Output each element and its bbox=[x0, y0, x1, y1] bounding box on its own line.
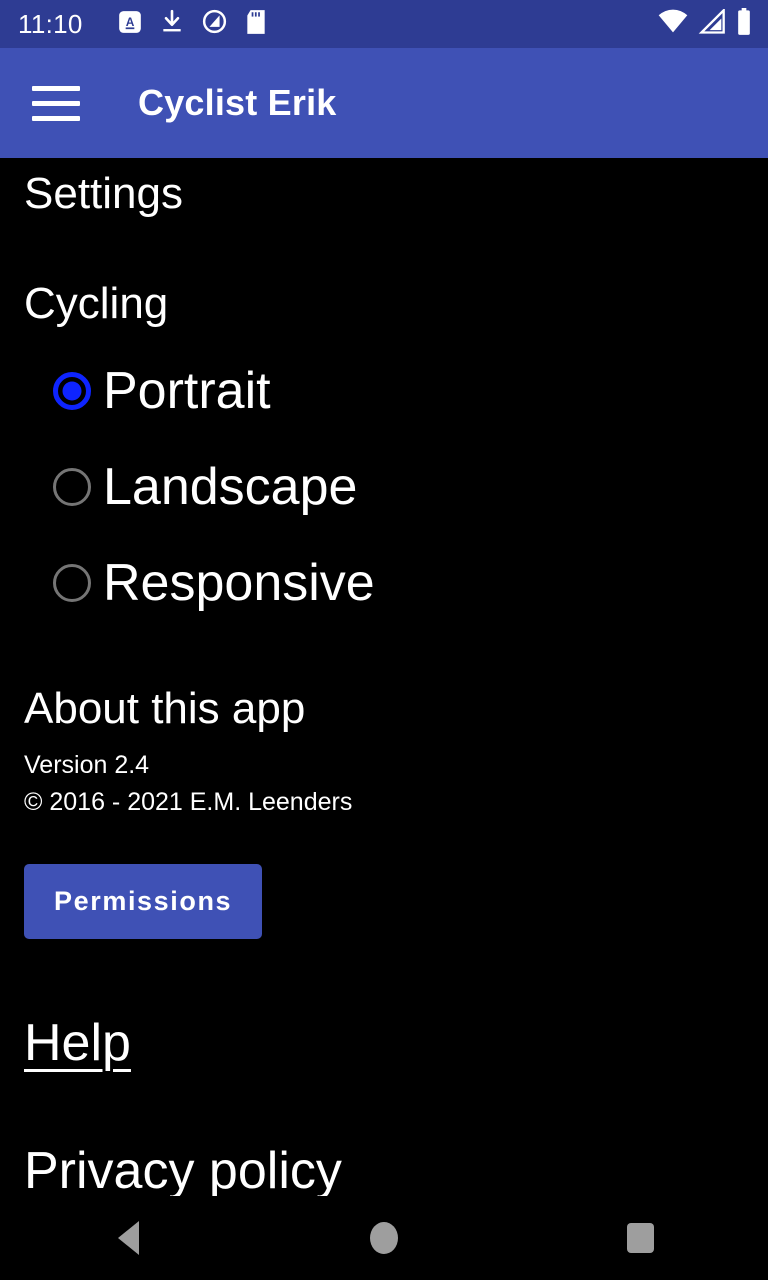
app-version: Version 2.4 bbox=[24, 750, 150, 779]
settings-content: Settings Cycling Portrait Landscape Resp… bbox=[0, 158, 768, 1280]
hamburger-bar bbox=[32, 100, 80, 106]
battery-icon bbox=[736, 7, 752, 41]
radio-label: Landscape bbox=[103, 458, 358, 517]
status-bar: 11:10 A bbox=[0, 0, 768, 48]
keyboard-language-icon: A bbox=[117, 9, 143, 40]
radio-option-portrait[interactable]: Portrait bbox=[24, 343, 744, 439]
radio-button-icon[interactable] bbox=[53, 468, 91, 507]
permissions-button[interactable]: Permissions bbox=[24, 863, 263, 939]
status-bar-left: 11:10 A bbox=[18, 8, 658, 40]
radio-label: Portrait bbox=[103, 362, 271, 421]
radio-option-landscape[interactable]: Landscape bbox=[24, 439, 744, 535]
recents-nav-button[interactable] bbox=[512, 1196, 768, 1280]
copyright-notice: © 2016 - 2021 E.M. Leenders bbox=[24, 788, 353, 817]
section-heading-about: About this app bbox=[24, 684, 306, 734]
hamburger-bar bbox=[32, 85, 80, 91]
about-details: Version 2.4 © 2016 - 2021 E.M. Leenders bbox=[24, 747, 744, 822]
app-bar: Cyclist Erik bbox=[0, 48, 768, 158]
download-icon bbox=[159, 9, 185, 40]
recents-square-icon bbox=[626, 1223, 654, 1253]
radio-label: Responsive bbox=[103, 554, 375, 613]
app-title: Cyclist Erik bbox=[138, 82, 337, 123]
help-link[interactable]: Help bbox=[24, 1017, 131, 1069]
phone-screen: 11:10 A Cyclist Erik Settings Cycling Po… bbox=[0, 0, 768, 1280]
cellular-signal-icon bbox=[698, 7, 726, 40]
radio-option-responsive[interactable]: Responsive bbox=[24, 535, 744, 631]
home-circle-icon bbox=[370, 1222, 398, 1254]
status-bar-right bbox=[658, 7, 752, 41]
hamburger-menu-icon[interactable] bbox=[30, 79, 86, 127]
radio-button-icon[interactable] bbox=[53, 564, 91, 603]
sd-card-icon bbox=[244, 9, 268, 40]
back-triangle-icon bbox=[117, 1221, 139, 1255]
home-nav-button[interactable] bbox=[256, 1196, 512, 1280]
svg-text:A: A bbox=[125, 14, 134, 28]
page-title: Settings bbox=[24, 169, 183, 218]
wifi-icon bbox=[658, 9, 688, 40]
radio-button-selected-icon[interactable] bbox=[53, 372, 91, 411]
android-navigation-bar bbox=[0, 1196, 768, 1280]
android-q-icon bbox=[201, 8, 228, 40]
back-nav-button[interactable] bbox=[0, 1196, 256, 1280]
privacy-policy-link[interactable]: Privacy policy bbox=[24, 1145, 342, 1197]
section-heading-cycling: Cycling bbox=[24, 278, 169, 328]
hamburger-bar bbox=[32, 115, 80, 121]
status-bar-clock: 11:10 bbox=[18, 9, 83, 39]
orientation-radio-group: Portrait Landscape Responsive bbox=[24, 343, 744, 631]
